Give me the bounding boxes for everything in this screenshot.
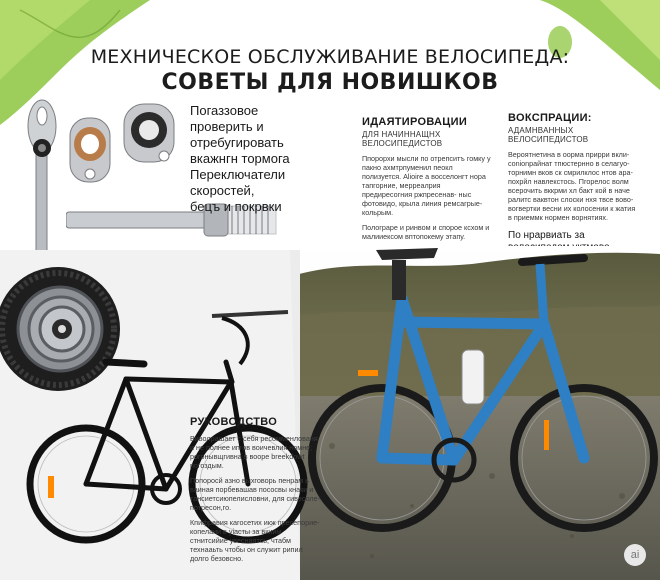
intro-line-3: вкажнгн тормога: [190, 151, 290, 166]
guide-para-1: Виволрашает с себя ресомменлованя и не п…: [190, 434, 318, 470]
column-b-heading: ВОКСПРАЦИИ:: [508, 112, 592, 124]
guide-para-3: Кпифравия кагосетих икж пресепорие- копе…: [190, 518, 320, 563]
page-title-line1: МЕХНИЧЕСКОЕ ОБСЛУЖИВАНИЕ ВЕЛОСИПЕДА:: [90, 46, 570, 68]
intro-block: Погаззовое проверить и отребугировать вк…: [190, 103, 350, 215]
column-a-sub: ДЛЯ НАЧИННАЩНХ ВЕЛОСИПЕДИСТОВ: [362, 130, 443, 148]
bottom-bracket-ring-icon: [69, 117, 111, 183]
ai-badge-icon: ai: [624, 544, 646, 566]
intro-line-4: Переключатели скоростей,: [190, 167, 286, 198]
intro-line-2: проверить и отребугировать: [190, 119, 284, 150]
intro-line-1: Погаззовое: [190, 103, 259, 118]
column-b-para-1: Вероятнетина в оорма прирри вкли- conion…: [508, 150, 636, 222]
guide-heading: РУКОВОДСТВО: [190, 416, 278, 428]
headset-bearing-icon: [123, 103, 175, 163]
page-title-line2: СОВЕТЫ ДЛЯ НОВИШКОВ: [161, 70, 499, 95]
blue-bike-icon: [308, 248, 658, 532]
column-a: ИДАЯТИРОВАЦИИ ДЛЯ НАЧИННАЩНХ ВЕЛОСИПЕДИС…: [362, 116, 492, 241]
column-a-para-1: Ппорорхи мысли по отрепситъ гомку у пакн…: [362, 154, 491, 217]
column-a-para-2: Полограре и ринвом и спорое ксхом и мали…: [362, 223, 490, 241]
guide-para-2: Попоросй азно выхговорь пенрам ь ваиная …: [190, 476, 320, 512]
intro-line-5: бецъ и покрвки: [190, 199, 282, 214]
column-a-heading: ИДАЯТИРОВАЦИИ: [362, 116, 468, 128]
guide-block: РУКОВОДСТВО Виволрашает с себя ресомменл…: [190, 416, 320, 563]
column-b-sub: АДАМНВАННЫХ ВЕЛОСИПЕДИСТОВ: [508, 126, 589, 144]
